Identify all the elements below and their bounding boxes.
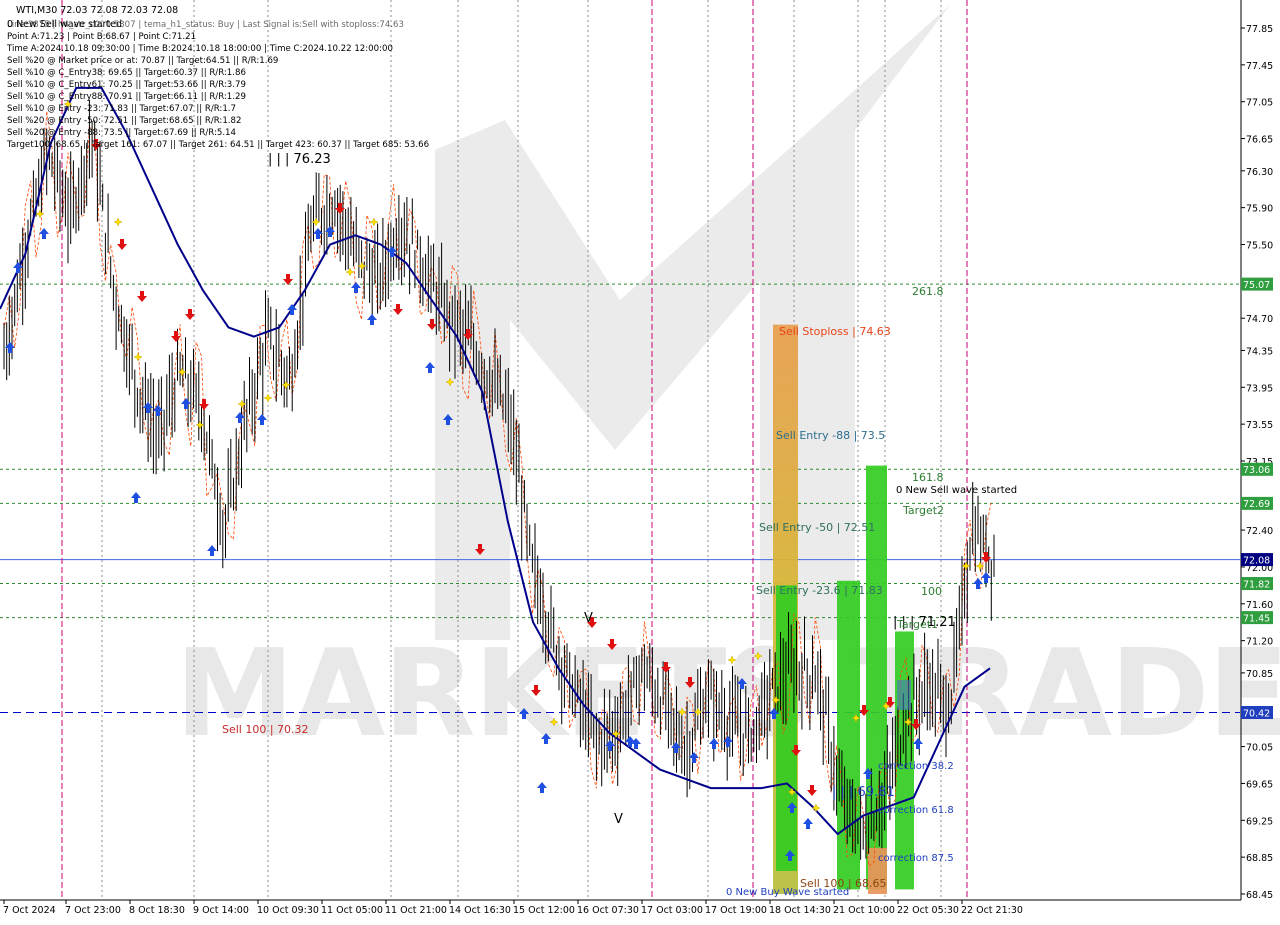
chart-annotation: 100 <box>921 585 942 598</box>
time-tick-label: 8 Oct 18:30 <box>129 905 185 916</box>
chart-annotation: | | | 69.81 <box>832 785 895 800</box>
target-highlight <box>897 680 911 710</box>
info-line: Sell %20 @ Market price or at: 70.87 || … <box>7 56 278 66</box>
symbol-header: WTI,M30 72.03 72.08 72.03 72.08 <box>16 5 178 16</box>
time-tick-label: 16 Oct 07:30 <box>577 905 639 916</box>
price-tick-label: 76.30 <box>1246 167 1273 178</box>
price-chart[interactable]: MARKETS TRADE Sell Stoploss | 74.63Sell … <box>0 0 1280 920</box>
price-tick-label: 76.65 <box>1246 135 1273 146</box>
price-tick-label: 70.85 <box>1246 669 1273 680</box>
price-tick-label: 68.45 <box>1246 890 1273 901</box>
price-tick-label: 72.40 <box>1246 526 1273 537</box>
time-tick-label: 17 Oct 19:00 <box>705 905 767 916</box>
time-tick-label: 9 Oct 14:00 <box>193 905 249 916</box>
price-tick-label: 71.60 <box>1246 600 1273 611</box>
chart-annotation: 261.8 <box>912 285 944 298</box>
chart-annotation: 161.8 <box>912 471 944 484</box>
chart-annotation: 0 New Sell wave started <box>896 485 1017 496</box>
info-line: Sell %20 @ Entry -50: 72.51 || Target:68… <box>7 116 241 126</box>
chart-annotation: Target2 <box>902 504 944 517</box>
info-line: Time A:2024.10.18 09:30:00 | Time B:2024… <box>6 44 393 54</box>
chart-background <box>0 0 1280 920</box>
price-box-label: 72.69 <box>1243 499 1270 510</box>
chart-annotation: | | | 76.23 <box>268 152 331 167</box>
time-tick-label: 22 Oct 21:30 <box>961 905 1023 916</box>
time-tick-label: 21 Oct 10:00 <box>833 905 895 916</box>
price-box-label: 73.06 <box>1243 465 1270 476</box>
info-line: Point A:71.23 | Point B:68.67 | Point C:… <box>7 32 196 42</box>
price-box-label: 75.07 <box>1243 280 1270 291</box>
chart-annotation: correction 38.2 <box>878 761 954 772</box>
green-bar-1 <box>776 585 797 871</box>
chart-annotation: correction 61.8 <box>878 805 954 816</box>
time-tick-label: 11 Oct 05:00 <box>321 905 383 916</box>
info-line: Line:3875 | h4_atr_c0: 0.5307 | tema_h1_… <box>7 20 404 30</box>
time-tick-label: 22 Oct 05:30 <box>897 905 959 916</box>
price-tick-label: 71.20 <box>1246 637 1273 648</box>
price-tick-label: 77.05 <box>1246 98 1273 109</box>
time-tick-label: 11 Oct 21:00 <box>385 905 447 916</box>
price-tick-label: 77.85 <box>1246 24 1273 35</box>
chart-annotation: Sell Entry -23.6 | 71.83 <box>756 584 883 597</box>
chart-annotation: Sell Stoploss | 74.63 <box>779 325 891 338</box>
price-tick-label: 69.25 <box>1246 816 1273 827</box>
price-box-label: 70.42 <box>1243 708 1270 719</box>
info-line: Sell %10 @ C_Entry38: 69.65 || Target:60… <box>7 68 246 78</box>
chart-annotation: V <box>614 812 623 827</box>
price-tick-label: 75.50 <box>1246 241 1273 252</box>
price-tick-label: 68.85 <box>1246 853 1273 864</box>
info-line: Sell %10 @ C_Entry88: 70.91 || Target:66… <box>7 92 246 102</box>
price-box-label: 71.45 <box>1243 613 1270 624</box>
time-tick-label: 14 Oct 16:30 <box>449 905 511 916</box>
green-bar-2 <box>837 580 860 890</box>
info-line: Sell %10 @ Entry -23: 71.83 || Target:67… <box>7 104 236 114</box>
price-box-label: 72.08 <box>1243 555 1270 566</box>
price-tick-label: 75.90 <box>1246 204 1273 215</box>
chart-annotation: Target1 <box>896 618 938 631</box>
time-tick-label: 15 Oct 12:00 <box>513 905 575 916</box>
price-tick-label: 77.45 <box>1246 61 1273 72</box>
info-line: Sell %20 @ Entry -88: 73.5 || Target:67.… <box>7 128 236 138</box>
info-line: Sell %10 @ C_Entry61: 70.25 || Target:53… <box>7 80 246 90</box>
time-tick-label: 7 Oct 23:00 <box>65 905 121 916</box>
price-tick-label: 74.35 <box>1246 346 1273 357</box>
time-tick-label: 10 Oct 09:30 <box>257 905 319 916</box>
price-tick-label: 69.65 <box>1246 779 1273 790</box>
chart-annotation: Sell 100 | 70.32 <box>222 723 309 736</box>
price-tick-label: 73.55 <box>1246 420 1273 431</box>
price-tick-label: 70.05 <box>1246 743 1273 754</box>
chart-annotation: correction 87.5 <box>878 853 954 864</box>
price-tick-label: 73.95 <box>1246 383 1273 394</box>
price-box-label: 71.82 <box>1243 579 1270 590</box>
chart-annotation: 0 New Buy Wave started <box>726 887 849 898</box>
chart-annotation: V <box>584 611 593 626</box>
time-tick-label: 18 Oct 14:30 <box>769 905 831 916</box>
time-tick-label: 7 Oct 2024 <box>3 905 56 916</box>
info-line: Target100: 68.65 || Target 161: 67.07 ||… <box>6 140 429 150</box>
chart-annotation: Sell Entry -88 | 73.5 <box>776 429 885 442</box>
time-tick-label: 17 Oct 03:00 <box>641 905 703 916</box>
chart-window: MARKETS TRADE Sell Stoploss | 74.63 Sell … <box>0 0 1280 920</box>
price-tick-label: 74.70 <box>1246 314 1273 325</box>
chart-annotation: Sell Entry -50 | 72.51 <box>759 521 875 534</box>
